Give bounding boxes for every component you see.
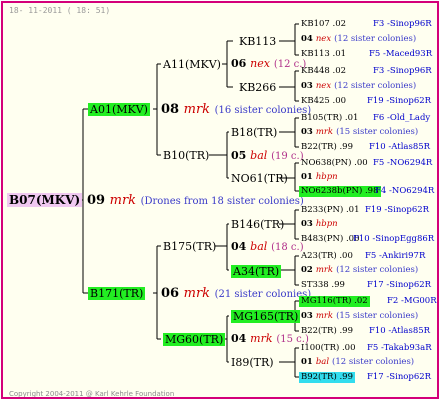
leaf-row[interactable]: ST338 .99 (301, 281, 345, 290)
leaf-registry: F3 -Sinop96R (373, 19, 432, 29)
leaf-row[interactable]: B105(TR) .01 (301, 114, 358, 123)
leaf-generation: 03 hbpn (301, 219, 338, 229)
leaf-generation: 02 mrk (12 sister colonies) (301, 265, 419, 275)
leaf-row[interactable]: A23(TR) .00 (301, 252, 353, 261)
generation-number: 06 (161, 286, 180, 301)
generation-04-bal-label: 04 bal (18 c.) (231, 240, 304, 253)
grandparent-b10[interactable]: B10(TR) (163, 150, 209, 161)
leaf-registry: F17 -Sinop62R (367, 372, 432, 382)
leaf-row[interactable]: B92(TR) .99 (299, 372, 355, 383)
ancestor-a34[interactable]: A34(TR) (231, 265, 282, 278)
leaf-row[interactable]: MG116(TR) .02 (299, 296, 370, 307)
generation-06-nex-label: 06 nex (12 c.) (231, 57, 307, 70)
timestamp: 18- 11-2011 ( 18: 51) (9, 6, 111, 15)
root-queen[interactable]: B07(MKV) (7, 193, 83, 207)
ancestor-i89[interactable]: I89(TR) (231, 357, 274, 368)
leaf-registry: F17 -Sinop62R (367, 280, 432, 290)
parent-queen-a01[interactable]: A01(MKV) (88, 103, 150, 116)
generation-note: (Drones from 18 sister colonies) (140, 196, 304, 207)
mark-code: mrk (183, 286, 211, 301)
pedigree-frame: 18- 11-2011 ( 18: 51) B07(MKV) 09 mrk (D… (1, 1, 439, 399)
generation-number: 08 (161, 102, 180, 117)
leaf-registry: F3 -Sinop96R (373, 66, 432, 76)
parent-queen-b171[interactable]: B171(TR) (88, 287, 146, 300)
mark-code: mrk (109, 193, 137, 208)
leaf-generation: 04 nex (12 sister colonies) (301, 34, 417, 44)
leaf-registry: F2 -MG00R (387, 296, 437, 306)
leaf-row[interactable]: B233(PN) .01 (301, 206, 359, 215)
generation-number: 09 (87, 193, 106, 208)
leaf-row[interactable]: NO6238b(PN) .98 (299, 186, 381, 197)
leaf-row[interactable]: KB448 .02 (301, 67, 346, 76)
ancestor-kb266[interactable]: KB266 (239, 82, 276, 93)
leaf-generation: 03 mrk (15 sister colonies) (301, 127, 419, 137)
grandparent-b175[interactable]: B175(TR) (163, 241, 216, 252)
generation-06-label: 06 mrk (21 sister colonies) (161, 287, 311, 300)
ancestor-mg165[interactable]: MG165(TR) (231, 310, 301, 323)
leaf-row[interactable]: KB113 .01 (301, 50, 346, 59)
ancestor-b146[interactable]: B146(TR) (231, 219, 284, 230)
leaf-registry: F4 -NO6294R (375, 186, 435, 196)
leaf-row[interactable]: KB425 .00 (301, 97, 346, 106)
ancestor-kb113[interactable]: KB113 (239, 36, 276, 47)
generation-08-label: 08 mrk (16 sister colonies) (161, 103, 311, 116)
grandparent-mg60[interactable]: MG60(TR) (163, 333, 226, 346)
copyright-notice: Copyright 2004-2011 @ Karl Kehrle Founda… (9, 390, 175, 398)
leaf-registry: F5 -Ankiri97R (365, 251, 426, 261)
leaf-row[interactable]: I100(TR) .00 (301, 344, 356, 353)
generation-note: (16 sister colonies) (214, 105, 312, 116)
leaf-generation: 03 mrk (15 sister colonies) (301, 311, 419, 321)
leaf-row[interactable]: B22(TR) .99 (301, 327, 353, 336)
grandparent-a11[interactable]: A11(MKV) (163, 59, 221, 70)
leaf-registry: F5 -NO6294R (373, 158, 433, 168)
leaf-registry: F5 -Takab93aR (367, 343, 432, 353)
leaf-row[interactable]: B483(PN) .00 (301, 235, 359, 244)
leaf-registry: F5 -Maced93R (369, 49, 433, 59)
generation-09-label: 09 mrk (Drones from 18 sister colonies) (87, 194, 304, 207)
generation-04-mrk-label: 04 mrk (15 c.) (231, 332, 309, 345)
ancestor-b18[interactable]: B18(TR) (231, 127, 277, 138)
ancestor-no61[interactable]: NO61(TR) (231, 173, 288, 184)
leaf-registry: F10 -Atlas85R (369, 142, 431, 152)
generation-05-label: 05 bal (19 c.) (231, 149, 304, 162)
leaf-generation: 01 hbpn (301, 172, 338, 182)
leaf-registry: F19 -Sinop62R (367, 96, 432, 106)
leaf-row[interactable]: B22(TR) .99 (301, 143, 353, 152)
mark-code: mrk (183, 102, 211, 117)
generation-note: (21 sister colonies) (214, 289, 312, 300)
leaf-row[interactable]: KB107 .02 (301, 20, 346, 29)
leaf-registry: F6 -Old_Lady (373, 113, 431, 123)
leaf-generation: 03 nex (12 sister colonies) (301, 81, 417, 91)
leaf-generation: 01 bal (12 sister colonies) (301, 357, 415, 367)
leaf-registry: F19 -Sinop62R (365, 205, 430, 215)
leaf-registry: F10 -SinopEgg86R (353, 234, 435, 244)
leaf-registry: F10 -Atlas85R (369, 326, 431, 336)
leaf-row[interactable]: NO638(PN) .00 (301, 159, 368, 168)
